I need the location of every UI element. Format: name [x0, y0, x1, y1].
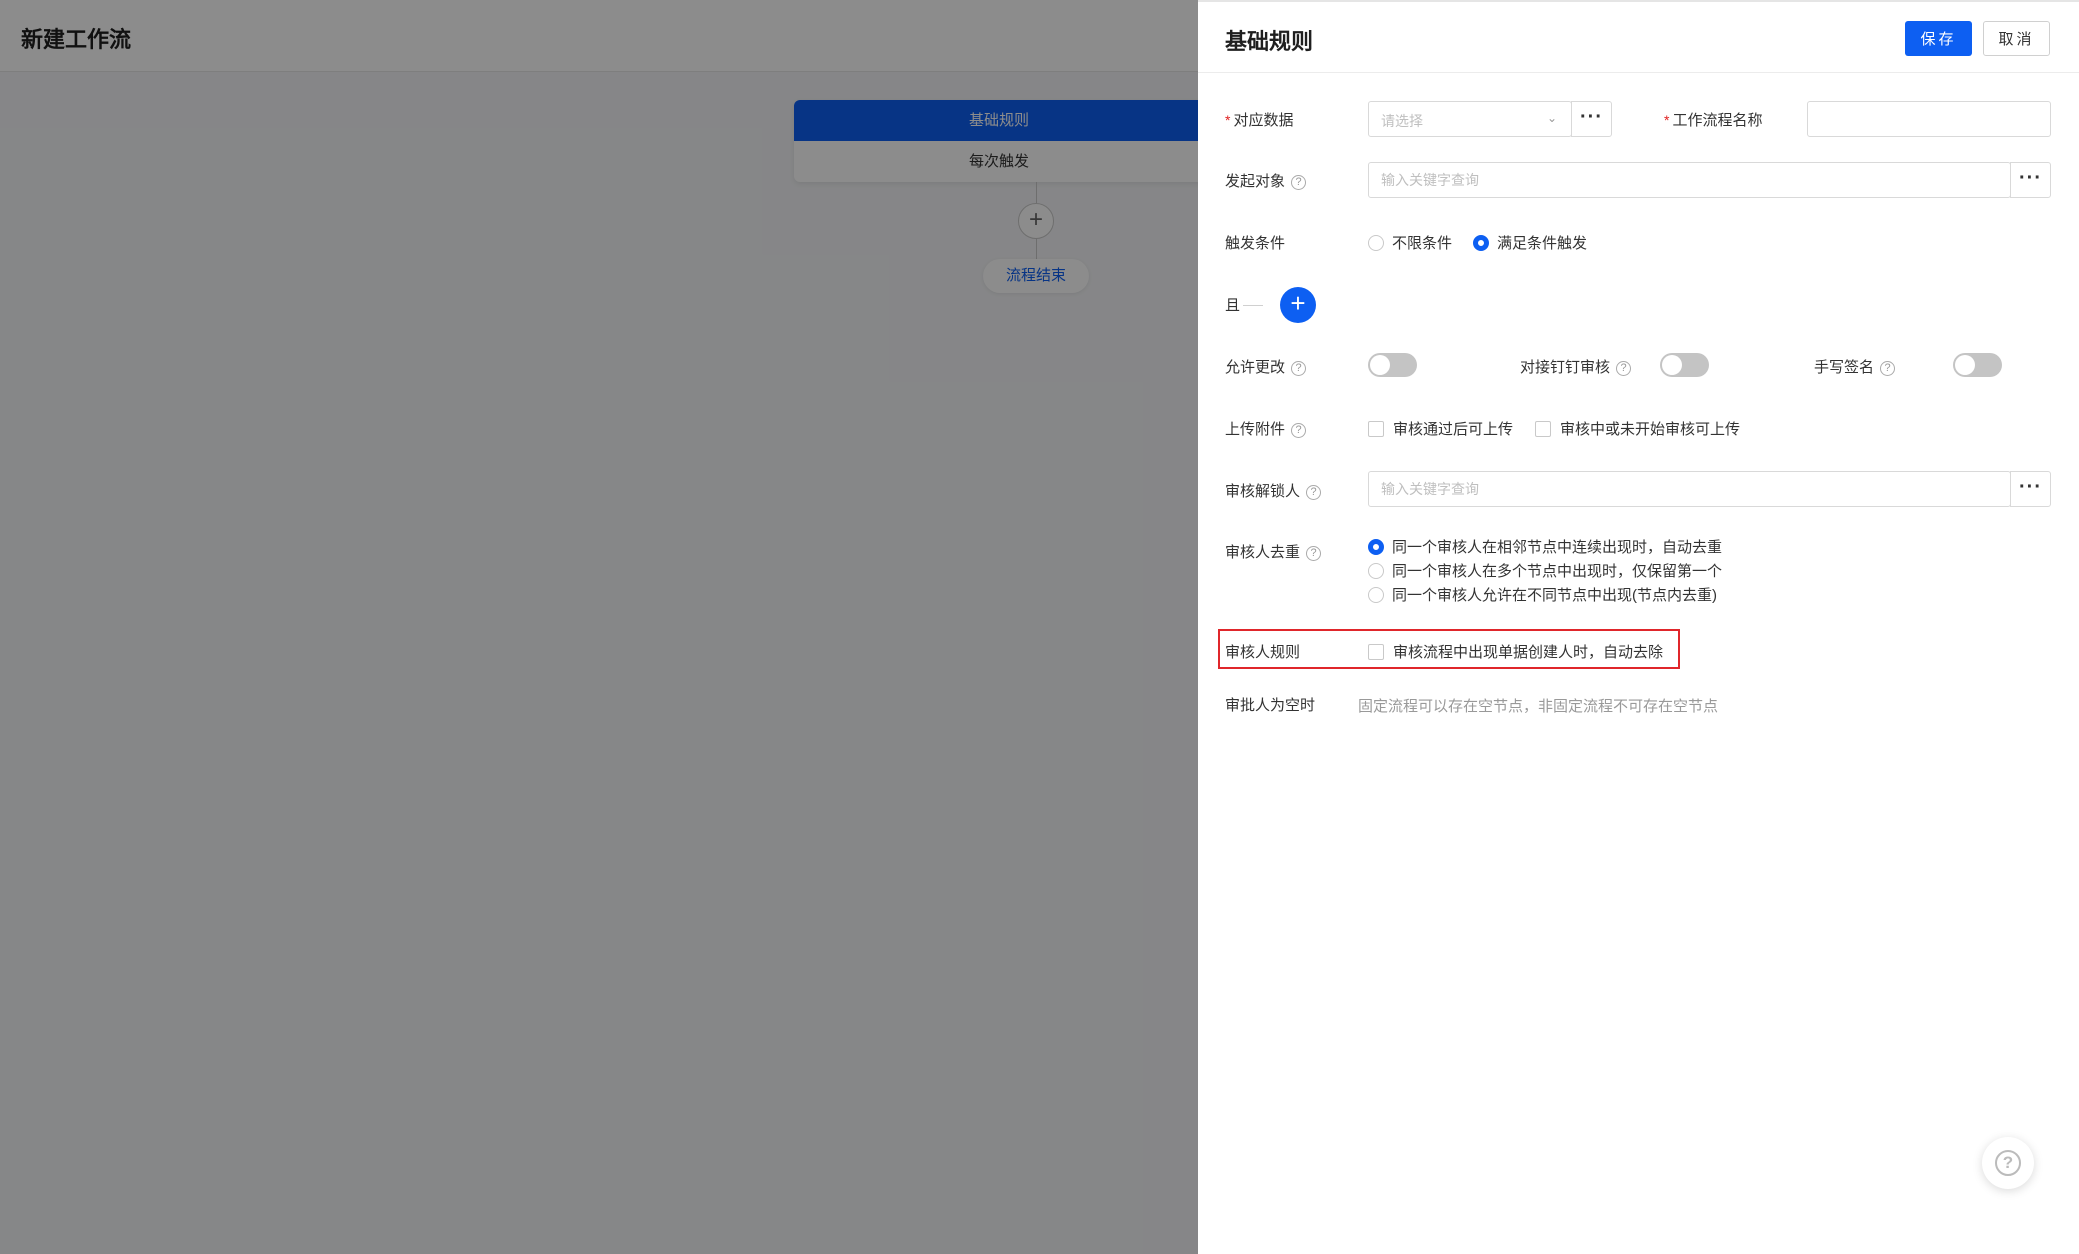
data-more-button[interactable]: ···	[1571, 101, 1612, 137]
workflow-name-label: * 工作流程名称	[1664, 109, 1762, 130]
dingtalk-switch[interactable]	[1660, 353, 1709, 377]
dingtalk-label: 对接钉钉审核?	[1520, 356, 1632, 377]
data-label: * 对应数据	[1225, 109, 1293, 130]
required-mark: *	[1664, 112, 1670, 128]
radio-off-icon[interactable]	[1368, 587, 1384, 603]
allow-edit-label-text: 允许更改	[1225, 359, 1286, 376]
trigger-option-unlimited[interactable]: 不限条件	[1368, 232, 1452, 253]
radio-off-icon[interactable]	[1368, 235, 1384, 251]
attachment-option-label: 审核通过后可上传	[1393, 421, 1514, 438]
reviewer-rule-label: 审核人规则	[1225, 644, 1301, 661]
unlocker-more-button[interactable]: ···	[2010, 471, 2051, 507]
rules-drawer: 基础规则 保存 取消 * 对应数据 请选择 ⌄ ··· * 工作流程名称 发起对象?…	[1198, 0, 2079, 1254]
help-icon[interactable]: ?	[1880, 361, 1896, 376]
dedupe-option-label: 同一个审核人允许在不同节点中出现(节点内去重)	[1392, 587, 1717, 604]
cancel-button[interactable]: 取消	[1983, 21, 2050, 56]
trigger-option-label: 不限条件	[1392, 235, 1453, 252]
radio-on-icon[interactable]	[1473, 235, 1489, 251]
workflow-name-field[interactable]	[1807, 101, 2051, 137]
help-icon[interactable]: ?	[1306, 546, 1322, 561]
attachment-option-after-approval[interactable]: 审核通过后可上传	[1368, 418, 1513, 439]
checkbox-icon[interactable]	[1368, 421, 1384, 437]
initiator-label-text: 发起对象	[1225, 173, 1286, 190]
trigger-label: 触发条件	[1225, 235, 1286, 252]
dedupe-option-within-node[interactable]: 同一个审核人允许在不同节点中出现(节点内去重)	[1368, 584, 1717, 605]
attachment-label-text: 上传附件	[1225, 421, 1286, 438]
trigger-option-conditional[interactable]: 满足条件触发	[1473, 232, 1587, 253]
data-select[interactable]: 请选择 ⌄	[1368, 101, 1572, 137]
trigger-option-label: 满足条件触发	[1497, 235, 1588, 252]
help-icon[interactable]: ?	[1291, 423, 1307, 438]
help-icon[interactable]: ?	[1291, 361, 1307, 376]
unlocker-search-input[interactable]	[1369, 472, 2010, 506]
data-label-text: 对应数据	[1233, 112, 1294, 129]
empty-approver-label: 审批人为空时	[1225, 697, 1316, 714]
checkbox-icon[interactable]	[1535, 421, 1551, 437]
initiator-more-button[interactable]: ···	[2010, 162, 2051, 198]
drawer-header: 基础规则 保存 取消	[1198, 2, 2079, 73]
dedupe-option-keep-first[interactable]: 同一个审核人在多个节点中出现时，仅保留第一个	[1368, 560, 1722, 581]
initiator-field[interactable]	[1368, 162, 2011, 198]
empty-approver-hint: 固定流程可以存在空节点，非固定流程不可存在空节点	[1358, 698, 1719, 715]
dedupe-option-adjacent[interactable]: 同一个审核人在相邻节点中连续出现时，自动去重	[1368, 536, 1722, 557]
allow-edit-switch[interactable]	[1368, 353, 1417, 377]
dedupe-option-label: 同一个审核人在相邻节点中连续出现时，自动去重	[1392, 539, 1723, 556]
required-mark: *	[1225, 112, 1231, 128]
save-button[interactable]: 保存	[1905, 21, 1972, 56]
dedupe-label: 审核人去重?	[1225, 541, 1322, 562]
modal-overlay[interactable]	[0, 0, 1198, 1254]
initiator-label: 发起对象?	[1225, 170, 1307, 191]
workflow-name-label-text: 工作流程名称	[1672, 112, 1763, 129]
reviewer-rule-option-label: 审核流程中出现单据创建人时，自动去除	[1393, 644, 1664, 661]
data-select-placeholder: 请选择	[1381, 113, 1423, 129]
dedupe-label-text: 审核人去重	[1225, 544, 1301, 561]
and-label: 且	[1225, 297, 1241, 314]
floating-help-button[interactable]: ?	[1982, 1137, 2034, 1189]
question-icon: ?	[1995, 1150, 2021, 1176]
help-icon[interactable]: ?	[1306, 485, 1322, 500]
signature-label: 手写签名?	[1814, 356, 1896, 377]
unlocker-label: 审核解锁人?	[1225, 480, 1322, 501]
unlocker-label-text: 审核解锁人	[1225, 483, 1301, 500]
radio-on-icon[interactable]	[1368, 539, 1384, 555]
signature-switch[interactable]	[1953, 353, 2002, 377]
reviewer-rule-option[interactable]: 审核流程中出现单据创建人时，自动去除	[1368, 641, 1663, 662]
add-condition-button[interactable]: +	[1280, 287, 1316, 323]
attachment-label: 上传附件?	[1225, 418, 1307, 439]
attachment-option-during-review[interactable]: 审核中或未开始审核可上传	[1535, 418, 1740, 439]
signature-label-text: 手写签名	[1814, 359, 1875, 376]
and-connector-line	[1243, 305, 1263, 306]
workflow-canvas-area: 新建工作流 基础规则 每次触发 + 流程结束	[0, 0, 1204, 1254]
workflow-name-input[interactable]	[1808, 102, 2050, 136]
attachment-option-label: 审核中或未开始审核可上传	[1560, 421, 1741, 438]
drawer-title: 基础规则	[1225, 29, 1314, 54]
dedupe-option-label: 同一个审核人在多个节点中出现时，仅保留第一个	[1392, 563, 1723, 580]
dingtalk-label-text: 对接钉钉审核	[1520, 359, 1611, 376]
allow-edit-label: 允许更改?	[1225, 356, 1307, 377]
radio-off-icon[interactable]	[1368, 563, 1384, 579]
chevron-down-icon: ⌄	[1546, 111, 1557, 125]
unlocker-field[interactable]	[1368, 471, 2011, 507]
initiator-search-input[interactable]	[1369, 163, 2010, 197]
help-icon[interactable]: ?	[1291, 175, 1307, 190]
help-icon[interactable]: ?	[1616, 361, 1632, 376]
checkbox-icon[interactable]	[1368, 644, 1384, 660]
